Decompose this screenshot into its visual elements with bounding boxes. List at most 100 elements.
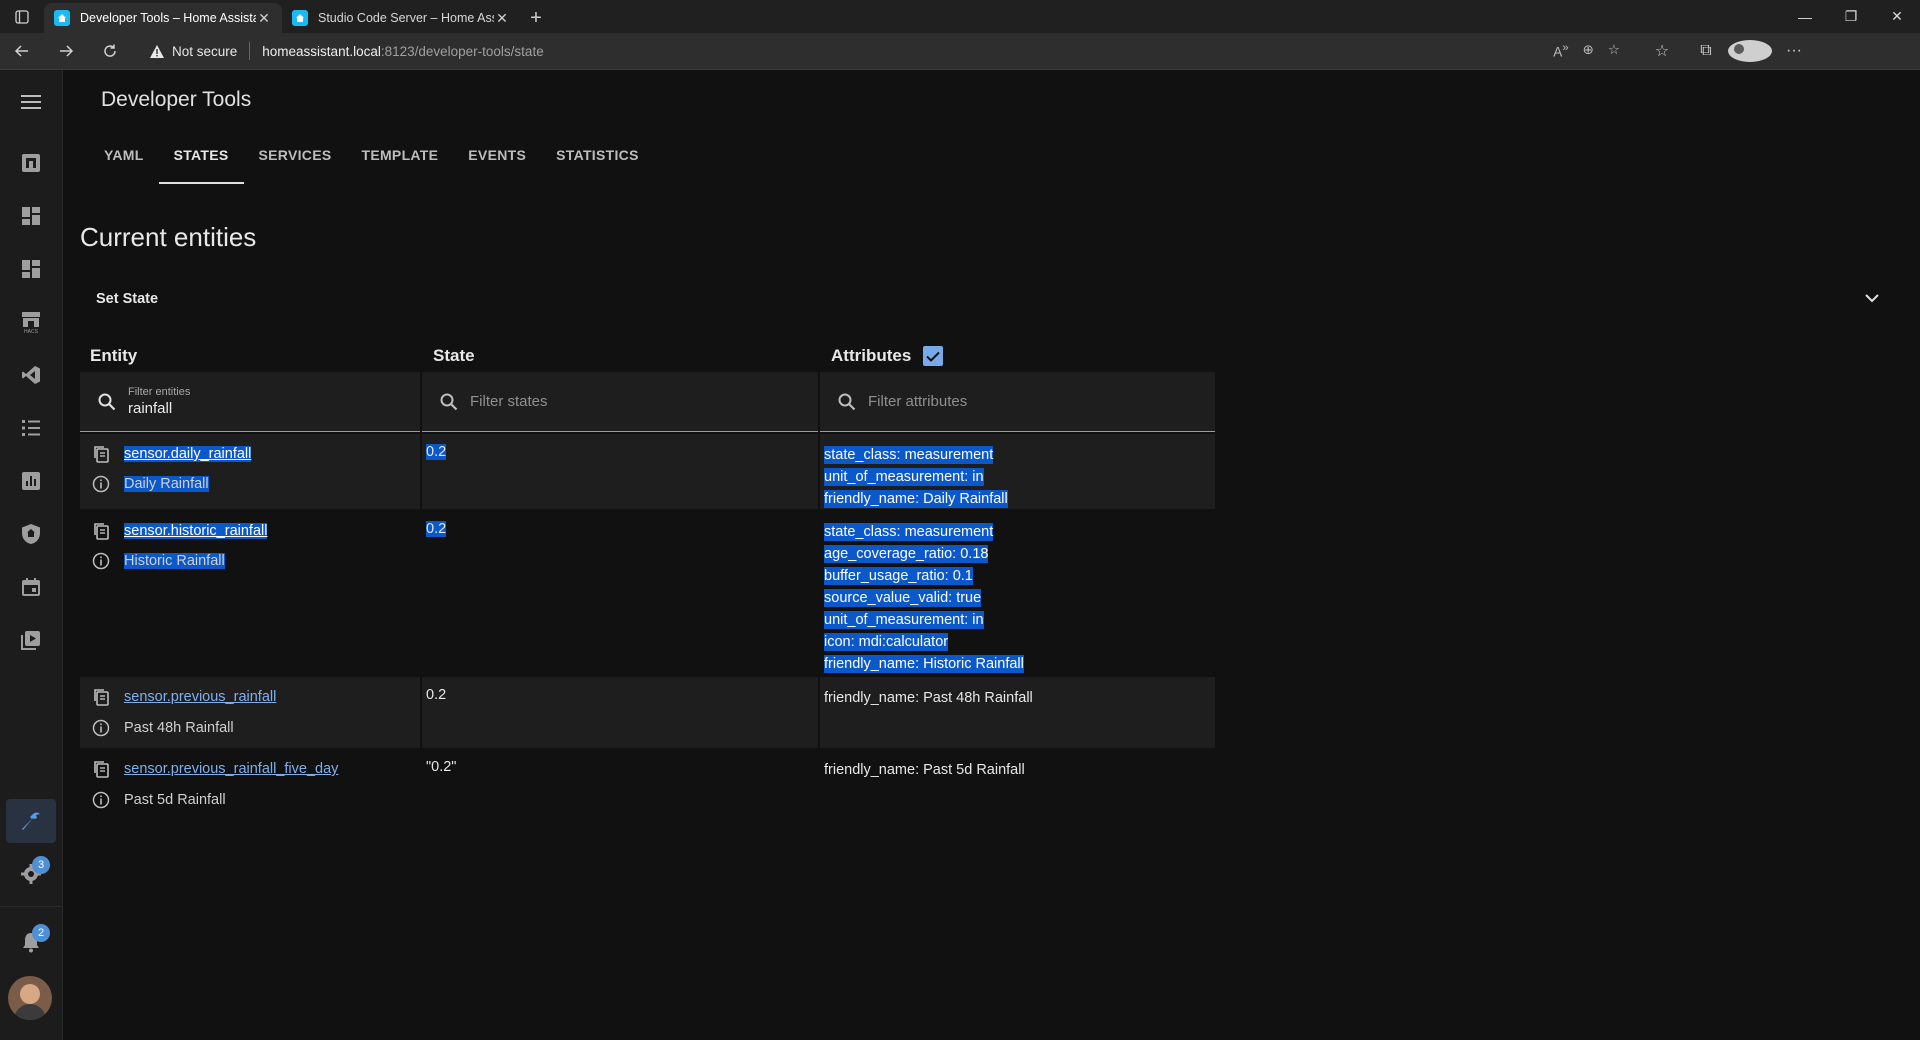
entity-id-link[interactable]: sensor.previous_rainfall_five_day: [124, 761, 338, 777]
close-tab-icon[interactable]: ✕: [494, 10, 510, 27]
add-favorite-icon[interactable]: ☆: [1608, 42, 1620, 60]
security-icon[interactable]: [6, 512, 56, 556]
vscode-icon[interactable]: [6, 353, 56, 397]
minimize-icon[interactable]: —: [1782, 0, 1828, 33]
browser-tab-studio-code-server[interactable]: Studio Code Server – Home Assistant ✕: [282, 3, 520, 33]
zoom-icon[interactable]: ⊕: [1583, 42, 1594, 60]
collections-icon[interactable]: ⧉: [1684, 40, 1728, 62]
security-label: Not secure: [172, 43, 238, 59]
entity-column-header: Entity: [90, 346, 138, 365]
friendly-name-line: Daily Rainfall: [90, 473, 209, 495]
profile-button[interactable]: [1728, 40, 1772, 62]
entity-cell: sensor.daily_rainfall Daily Rainfall: [80, 434, 420, 509]
dashboard-2-icon[interactable]: [6, 247, 56, 291]
browser-tab-title: Studio Code Server – Home Assistant: [318, 11, 494, 25]
settings-icon[interactable]: 3: [6, 852, 56, 896]
attributes-list: state_class: measurement age_coverage_ra…: [824, 521, 1024, 675]
attribute-line: unit_of_measurement: in: [824, 611, 984, 629]
menu-icon[interactable]: [6, 80, 56, 124]
filter-entities-input[interactable]: Filter entities rainfall: [80, 372, 420, 432]
logbook-icon[interactable]: [6, 406, 56, 450]
browser-tab-developer-tools[interactable]: Developer Tools – Home Assistant ✕: [44, 3, 282, 33]
info-icon[interactable]: [90, 789, 112, 811]
entity-cell: sensor.previous_rainfall Past 48h Rainfa…: [80, 677, 420, 748]
forward-button[interactable]: [44, 33, 88, 70]
close-tab-icon[interactable]: ✕: [256, 10, 272, 27]
filter-states-placeholder: Filter states: [470, 393, 548, 410]
table-row: sensor.previous_rainfall_five_day Past 5…: [80, 749, 1215, 820]
attributes-list: state_class: measurement unit_of_measure…: [824, 444, 1008, 510]
favorites-icon[interactable]: ☆: [1640, 40, 1684, 62]
browser-tabstrip: Developer Tools – Home Assistant ✕ Studi…: [0, 0, 1920, 33]
user-avatar[interactable]: [8, 976, 52, 1020]
read-aloud-icon[interactable]: A»: [1553, 42, 1568, 60]
entity-id-link[interactable]: sensor.historic_rainfall: [124, 523, 268, 539]
copy-icon[interactable]: [90, 520, 112, 542]
refresh-button[interactable]: [88, 33, 132, 70]
info-icon[interactable]: [90, 550, 112, 572]
new-tab-button[interactable]: +: [520, 3, 552, 33]
copy-icon[interactable]: [90, 758, 112, 780]
back-button[interactable]: [0, 33, 44, 70]
chevron-down-icon[interactable]: [1865, 291, 1879, 307]
hacs-icon[interactable]: HACS: [6, 300, 56, 344]
tab-services[interactable]: SERVICES: [244, 137, 347, 184]
filter-attributes-placeholder: Filter attributes: [868, 393, 968, 410]
notifications-icon[interactable]: 2: [6, 920, 56, 964]
attribute-line: age_coverage_ratio: 0.18: [824, 545, 989, 563]
home-assistant-favicon-icon: [292, 10, 308, 26]
omnibox-icons: A» ⊕ ☆: [1553, 42, 1620, 60]
copy-icon[interactable]: [90, 443, 112, 465]
more-options-icon[interactable]: ···: [1772, 40, 1816, 62]
friendly-name: Daily Rainfall: [124, 476, 209, 492]
state-value: 0.2: [426, 521, 447, 537]
entity-id-link[interactable]: sensor.previous_rainfall: [124, 689, 276, 705]
search-icon: [440, 393, 458, 410]
set-state-expander[interactable]: Set State: [80, 270, 1895, 328]
state-column-header: State: [433, 346, 475, 365]
info-icon[interactable]: [90, 717, 112, 739]
copy-icon[interactable]: [90, 686, 112, 708]
tab-events[interactable]: EVENTS: [453, 137, 541, 184]
attribute-line: icon: mdi:calculator: [824, 633, 949, 651]
attribute-line: friendly_name: Historic Rainfall: [824, 655, 1024, 673]
security-warning[interactable]: Not secure: [150, 44, 237, 59]
entity-id-link[interactable]: sensor.daily_rainfall: [124, 446, 252, 462]
tab-states[interactable]: STATES: [158, 137, 244, 184]
table-row: sensor.daily_rainfall Daily Rainfall 0.2…: [80, 434, 1215, 509]
entity-id-line: sensor.historic_rainfall: [90, 520, 268, 542]
developer-tools-icon[interactable]: [6, 799, 56, 843]
attribute-line: friendly_name: Past 5d Rainfall: [824, 762, 1025, 778]
table-row: sensor.historic_rainfall Historic Rainfa…: [80, 511, 1215, 677]
attributes-list: friendly_name: Past 5d Rainfall: [824, 759, 1025, 781]
attributes-column-header: Attributes: [831, 346, 944, 366]
entity-cell: sensor.historic_rainfall Historic Rainfa…: [80, 511, 420, 677]
attribute-line: buffer_usage_ratio: 0.1: [824, 567, 973, 585]
history-icon[interactable]: [6, 459, 56, 503]
state-value: 0.2: [426, 444, 447, 460]
attribute-line: state_class: measurement: [824, 446, 994, 464]
restore-icon[interactable]: ❐: [1828, 0, 1874, 33]
table-row: sensor.previous_rainfall Past 48h Rainfa…: [80, 677, 1215, 748]
filter-states-input[interactable]: Filter states: [422, 372, 818, 432]
tab-statistics[interactable]: STATISTICS: [541, 137, 654, 184]
attributes-checkbox[interactable]: [923, 346, 944, 366]
address-bar[interactable]: Not secure homeassistant.local:8123/deve…: [140, 37, 1630, 65]
attributes-cell: state_class: measurement age_coverage_ra…: [820, 511, 1215, 677]
close-window-icon[interactable]: ✕: [1874, 0, 1920, 33]
set-state-label: Set State: [96, 291, 159, 307]
state-cell: 0.2: [422, 434, 818, 509]
tab-actions-icon[interactable]: [0, 0, 44, 33]
attribute-line: friendly_name: Past 48h Rainfall: [824, 690, 1033, 706]
calendar-icon[interactable]: [6, 565, 56, 609]
overview-icon[interactable]: [6, 141, 56, 185]
tab-yaml[interactable]: YAML: [89, 137, 159, 184]
tab-template[interactable]: TEMPLATE: [346, 137, 453, 184]
filter-attributes-input[interactable]: Filter attributes: [820, 372, 1215, 432]
entity-id-line: sensor.daily_rainfall: [90, 443, 252, 465]
dashboard-icon[interactable]: [6, 194, 56, 238]
media-icon[interactable]: [6, 618, 56, 662]
search-icon: [98, 393, 116, 410]
info-icon[interactable]: [90, 473, 112, 495]
omnibox-separator: [249, 42, 251, 60]
